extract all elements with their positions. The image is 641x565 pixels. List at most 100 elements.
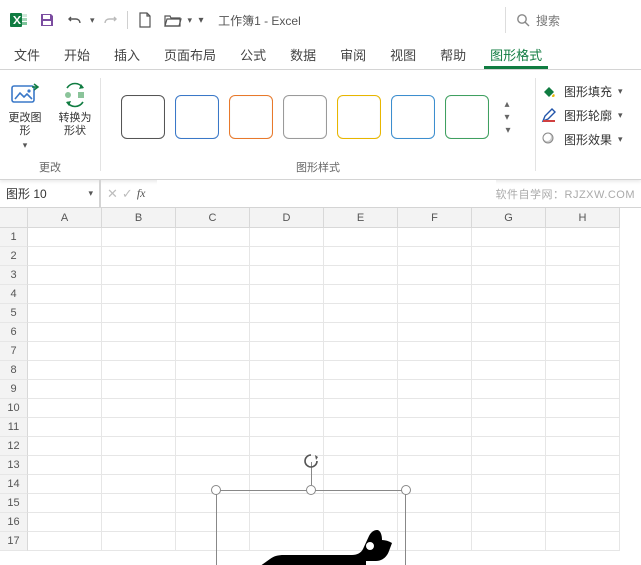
cell[interactable]: [102, 399, 176, 418]
cell[interactable]: [324, 342, 398, 361]
cell[interactable]: [472, 437, 546, 456]
cell[interactable]: [472, 532, 546, 551]
save-icon[interactable]: [34, 7, 60, 33]
column-header[interactable]: A: [28, 208, 102, 228]
cell[interactable]: [324, 266, 398, 285]
cell[interactable]: [250, 342, 324, 361]
cell[interactable]: [398, 418, 472, 437]
chevron-down-icon[interactable]: ▾: [88, 188, 93, 199]
cell[interactable]: [398, 285, 472, 304]
cell[interactable]: [546, 494, 620, 513]
cell[interactable]: [324, 304, 398, 323]
cell[interactable]: [28, 247, 102, 266]
cell[interactable]: [398, 380, 472, 399]
name-box[interactable]: 图形 10 ▾: [0, 180, 100, 207]
row-header[interactable]: 13: [0, 456, 28, 475]
cell[interactable]: [102, 228, 176, 247]
cell[interactable]: [176, 323, 250, 342]
cell[interactable]: [28, 304, 102, 323]
cell[interactable]: [472, 399, 546, 418]
cell[interactable]: [546, 513, 620, 532]
cell[interactable]: [28, 228, 102, 247]
fx-icon[interactable]: fx: [137, 186, 152, 201]
rotation-handle[interactable]: [301, 452, 321, 470]
cell[interactable]: [176, 285, 250, 304]
cell[interactable]: [546, 323, 620, 342]
cell[interactable]: [398, 304, 472, 323]
cell[interactable]: [398, 266, 472, 285]
undo-dropdown-icon[interactable]: ▾: [90, 15, 95, 26]
cell[interactable]: [546, 304, 620, 323]
row-header[interactable]: 6: [0, 323, 28, 342]
shape-effects-button[interactable]: 图形效果 ▾: [540, 128, 623, 150]
cell[interactable]: [250, 304, 324, 323]
cell[interactable]: [398, 228, 472, 247]
cell[interactable]: [28, 285, 102, 304]
row-header[interactable]: 8: [0, 361, 28, 380]
cell[interactable]: [250, 380, 324, 399]
cell[interactable]: [324, 456, 398, 475]
cell[interactable]: [472, 456, 546, 475]
change-graphic-button[interactable]: 更改图形 ▾: [5, 80, 45, 151]
cell[interactable]: [176, 247, 250, 266]
style-swatch[interactable]: [121, 95, 165, 139]
ribbon-tab[interactable]: 审阅: [334, 39, 372, 69]
cell[interactable]: [398, 399, 472, 418]
cell[interactable]: [546, 285, 620, 304]
cell[interactable]: [28, 342, 102, 361]
select-all-corner[interactable]: [0, 208, 28, 228]
cell[interactable]: [102, 361, 176, 380]
cell[interactable]: [28, 475, 102, 494]
row-header[interactable]: 16: [0, 513, 28, 532]
cell[interactable]: [324, 228, 398, 247]
cell[interactable]: [324, 361, 398, 380]
ribbon-tab[interactable]: 视图: [384, 39, 422, 69]
row-header[interactable]: 5: [0, 304, 28, 323]
open-dropdown-icon[interactable]: ▾: [188, 15, 193, 26]
cell[interactable]: [472, 304, 546, 323]
cell[interactable]: [472, 418, 546, 437]
column-header[interactable]: D: [250, 208, 324, 228]
column-header[interactable]: B: [102, 208, 176, 228]
row-header[interactable]: 17: [0, 532, 28, 551]
cell[interactable]: [546, 266, 620, 285]
cell[interactable]: [546, 475, 620, 494]
resize-handle[interactable]: [211, 485, 221, 495]
cell[interactable]: [472, 285, 546, 304]
style-swatch[interactable]: [283, 95, 327, 139]
formula-input[interactable]: [157, 180, 495, 207]
ribbon-tab[interactable]: 公式: [234, 39, 272, 69]
cell[interactable]: [176, 399, 250, 418]
cell[interactable]: [472, 323, 546, 342]
cell[interactable]: [472, 513, 546, 532]
ribbon-tab[interactable]: 文件: [8, 39, 46, 69]
cell[interactable]: [546, 247, 620, 266]
cell[interactable]: [324, 437, 398, 456]
row-header[interactable]: 3: [0, 266, 28, 285]
cell[interactable]: [28, 399, 102, 418]
cell[interactable]: [176, 304, 250, 323]
spreadsheet-grid[interactable]: ABCDEFGH 1234567891011121314151617: [0, 208, 641, 565]
cell[interactable]: [398, 532, 472, 551]
ribbon-tab[interactable]: 图形格式: [484, 39, 548, 69]
cell[interactable]: [102, 247, 176, 266]
cell[interactable]: [546, 342, 620, 361]
row-header[interactable]: 1: [0, 228, 28, 247]
cell[interactable]: [28, 532, 102, 551]
cell[interactable]: [398, 323, 472, 342]
row-header[interactable]: 2: [0, 247, 28, 266]
cell[interactable]: [472, 494, 546, 513]
row-header[interactable]: 7: [0, 342, 28, 361]
cell[interactable]: [176, 228, 250, 247]
ribbon-tab[interactable]: 页面布局: [158, 39, 222, 69]
cell[interactable]: [398, 513, 472, 532]
cell[interactable]: [176, 361, 250, 380]
cell[interactable]: [102, 285, 176, 304]
style-swatch[interactable]: [175, 95, 219, 139]
column-header[interactable]: C: [176, 208, 250, 228]
style-swatch[interactable]: [445, 95, 489, 139]
cell[interactable]: [102, 437, 176, 456]
cell[interactable]: [28, 380, 102, 399]
row-header[interactable]: 11: [0, 418, 28, 437]
cell[interactable]: [102, 266, 176, 285]
